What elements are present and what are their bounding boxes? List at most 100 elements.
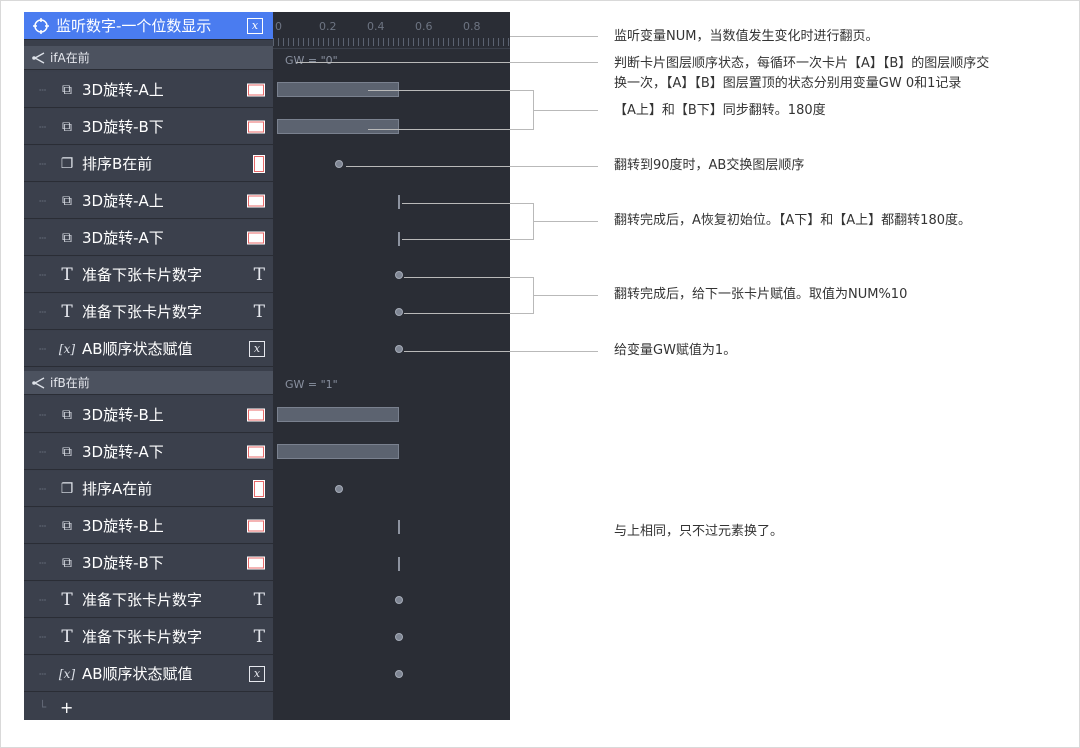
action-row[interactable]: ┄ ⧉ 3D旋转-A上 <box>24 72 273 108</box>
action-row[interactable]: ┄ ⧉ 3D旋转-B上 <box>24 508 273 544</box>
instant-keyframe[interactable] <box>335 485 343 493</box>
timeline-ruler: 0 0.2 0.4 0.6 0.8 <box>273 12 510 49</box>
rectangle-icon <box>253 154 265 173</box>
note-2a: 判断卡片图层顺序状态，每循环一次卡片【A】【B】的图层顺序交 <box>614 56 990 71</box>
tree-guide: ┄ <box>39 481 47 496</box>
text-icon: T <box>61 301 73 322</box>
note-8: 与上相同，只不过元素换了。 <box>614 524 784 539</box>
callout-line <box>510 36 598 37</box>
instant-marker[interactable] <box>398 195 400 209</box>
callout-line <box>296 62 598 63</box>
ruler-label: 0.6 <box>415 20 433 33</box>
action-label: 排序B在前 <box>82 155 153 173</box>
branch-icon <box>30 49 48 67</box>
action-label: 3D旋转-A下 <box>82 229 164 247</box>
instant-keyframe[interactable] <box>395 633 403 641</box>
trigger-title: 监听数字-一个位数显示 <box>56 17 212 35</box>
instant-keyframe[interactable] <box>395 670 403 678</box>
rectangle-icon <box>247 83 265 96</box>
tree-guide: ┄ <box>39 156 47 171</box>
rotate-3d-icon: ⧉ <box>62 517 72 534</box>
instant-keyframe[interactable] <box>335 160 343 168</box>
action-label: 3D旋转-B上 <box>82 406 164 424</box>
note-2b: 换一次，【A】【B】图层置顶的状态分别用变量GW 0和1记录 <box>614 76 962 91</box>
action-row[interactable]: ┄ T 准备下张卡片数字 T <box>24 619 273 655</box>
instant-marker[interactable] <box>398 232 400 246</box>
instant-keyframe[interactable] <box>395 271 403 279</box>
callout-line <box>534 221 598 222</box>
rotate-3d-icon: ⧉ <box>62 192 72 209</box>
text-layer-icon: T <box>253 264 265 285</box>
callout-bracket <box>368 90 534 130</box>
action-label: AB顺序状态赋值 <box>82 665 193 683</box>
interaction-tree: 监听数字-一个位数显示 x ifA在前 ┄ ⧉ 3D旋转-A上 ┄ ⧉ 3D旋转… <box>24 12 273 720</box>
condition-row-b[interactable]: ifB在前 <box>24 371 273 395</box>
action-row[interactable]: ┄ ⧉ 3D旋转-A上 <box>24 183 273 219</box>
action-label: 准备下张卡片数字 <box>82 303 203 321</box>
action-row[interactable]: ┄ [x] AB顺序状态赋值 x <box>24 656 273 692</box>
action-label: 准备下张卡片数字 <box>82 591 203 609</box>
add-action-button[interactable]: + <box>60 698 73 717</box>
action-label: 3D旋转-B下 <box>82 118 164 136</box>
action-row[interactable]: ┄ T 准备下张卡片数字 T <box>24 294 273 330</box>
text-layer-icon: T <box>253 301 265 322</box>
action-row[interactable]: ┄ ⧉ 3D旋转-A下 <box>24 434 273 470</box>
rectangle-icon <box>247 556 265 569</box>
instant-marker[interactable] <box>398 520 400 534</box>
action-row[interactable]: ┄ ⧉ 3D旋转-B上 <box>24 397 273 433</box>
text-icon: T <box>61 264 73 285</box>
animation-bar[interactable] <box>277 444 399 459</box>
rotate-3d-icon: ⧉ <box>62 81 72 98</box>
instant-marker[interactable] <box>398 557 400 571</box>
rectangle-icon <box>247 120 265 133</box>
tree-guide: ┄ <box>39 230 47 245</box>
action-row[interactable]: ┄ [x] AB顺序状态赋值 x <box>24 331 273 367</box>
tree-guide: ┄ <box>39 82 47 97</box>
tree-guide: ┄ <box>39 592 47 607</box>
action-label: 3D旋转-B下 <box>82 554 164 572</box>
rectangle-icon <box>247 231 265 244</box>
text-icon: T <box>61 589 73 610</box>
rectangle-icon <box>247 445 265 458</box>
action-row[interactable]: ┄ T 准备下张卡片数字 T <box>24 582 273 618</box>
animation-bar[interactable] <box>277 407 399 422</box>
instant-keyframe[interactable] <box>395 308 403 316</box>
action-row[interactable]: ┄ T 准备下张卡片数字 T <box>24 257 273 293</box>
rectangle-icon <box>247 519 265 532</box>
target-icon <box>32 17 50 35</box>
action-row[interactable]: ┄ ⧉ 3D旋转-B下 <box>24 109 273 145</box>
action-label: 3D旋转-A上 <box>82 192 164 210</box>
callout-bracket <box>404 277 534 314</box>
rotate-3d-icon: ⧉ <box>62 554 72 571</box>
condition-row-a[interactable]: ifA在前 <box>24 46 273 70</box>
action-label: 准备下张卡片数字 <box>82 266 203 284</box>
rotate-3d-icon: ⧉ <box>62 118 72 135</box>
ruler-label: 0.2 <box>319 20 337 33</box>
variable-icon: x <box>247 17 263 34</box>
note-5: 翻转完成后，A恢复初始位。【A下】和【A上】都翻转180度。 <box>614 213 971 228</box>
action-row[interactable]: ┄ ⧉ 3D旋转-A下 <box>24 220 273 256</box>
action-label: AB顺序状态赋值 <box>82 340 193 358</box>
rectangle-icon <box>253 479 265 498</box>
instant-keyframe[interactable] <box>395 345 403 353</box>
action-label: 准备下张卡片数字 <box>82 628 203 646</box>
tree-guide: ┄ <box>39 555 47 570</box>
branch-icon <box>30 374 48 392</box>
ruler-label: 0.8 <box>463 20 481 33</box>
callout-bracket <box>402 203 534 240</box>
trigger-header[interactable]: 监听数字-一个位数显示 x <box>24 12 273 40</box>
rotate-3d-icon: ⧉ <box>62 229 72 246</box>
action-row[interactable]: ┄ ❐ 排序B在前 <box>24 146 273 182</box>
action-label: 排序A在前 <box>82 480 153 498</box>
instant-keyframe[interactable] <box>395 596 403 604</box>
action-row[interactable]: ┄ ⧉ 3D旋转-B下 <box>24 545 273 581</box>
tree-guide: ┄ <box>39 444 47 459</box>
ruler-label: 0 <box>275 20 282 33</box>
variable-icon: x <box>249 665 265 682</box>
text-layer-icon: T <box>253 589 265 610</box>
action-row[interactable]: ┄ ❐ 排序A在前 <box>24 471 273 507</box>
tree-guide: └ <box>39 700 47 714</box>
add-action-row: └ + <box>24 694 273 720</box>
callout-line <box>534 110 598 111</box>
gw-condition-label: GW = "1" <box>285 378 338 391</box>
